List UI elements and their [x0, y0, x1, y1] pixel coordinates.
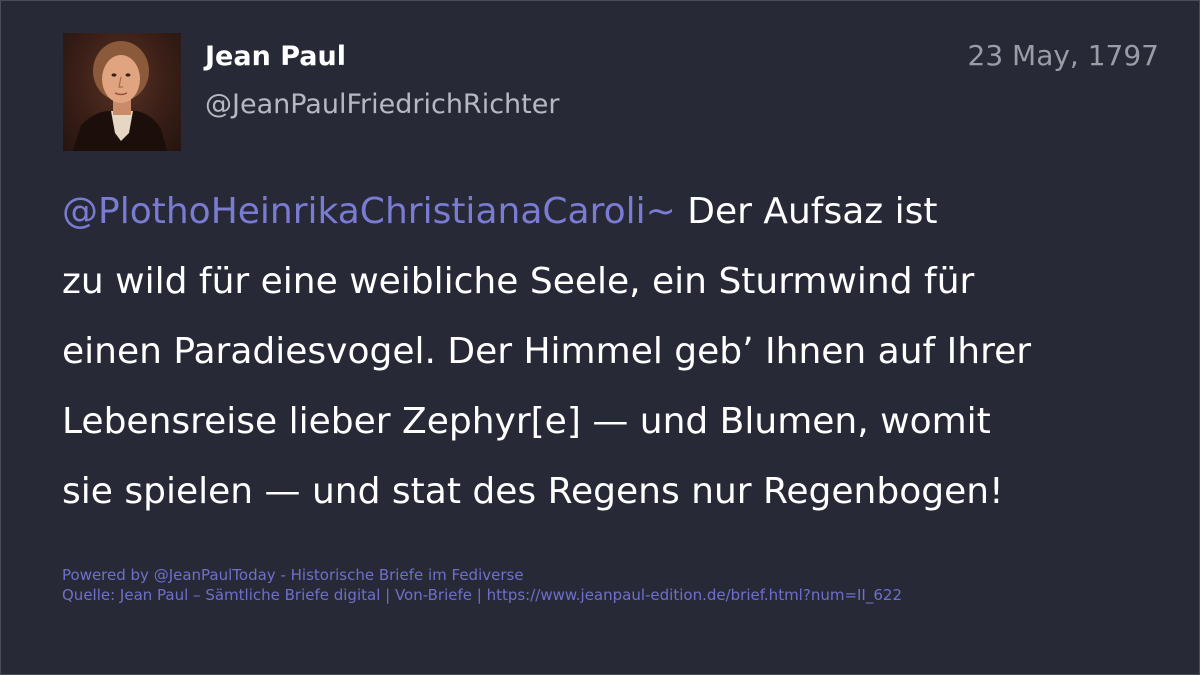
post-text: @PlothoHeinrikaChristianaCaroli~ Der Auf… — [62, 177, 1142, 527]
powered-by-link[interactable]: Powered by @JeanPaulToday - Historische … — [62, 565, 902, 585]
post-text-line: einen Paradiesvogel. Der Himmel geb’ Ihn… — [62, 331, 1032, 372]
post-text-line: zu wild für eine weibliche Seele, ein St… — [62, 261, 975, 302]
source-link[interactable]: Quelle: Jean Paul – Sämtliche Briefe dig… — [62, 585, 902, 605]
author-handle[interactable]: @JeanPaulFriedrichRichter — [205, 89, 559, 120]
post-card: Jean Paul @JeanPaulFriedrichRichter 23 M… — [0, 0, 1200, 675]
author-name[interactable]: Jean Paul — [205, 41, 346, 72]
post-text-line: sie spielen — und stat des Regens nur Re… — [62, 471, 1004, 512]
post-text-line: @PlothoHeinrikaChristianaCaroli~ Der Auf… — [62, 177, 1142, 247]
post-text-fragment: Der Aufsaz ist — [675, 191, 938, 232]
post-date: 23 May, 1797 — [967, 39, 1159, 72]
footer: Powered by @JeanPaulToday - Historische … — [62, 565, 902, 605]
post-text-line: Lebensreise lieber Zephyr[e] — und Blume… — [62, 401, 991, 442]
mention-link[interactable]: @PlothoHeinrikaChristianaCaroli~ — [62, 191, 676, 232]
avatar — [63, 33, 181, 151]
